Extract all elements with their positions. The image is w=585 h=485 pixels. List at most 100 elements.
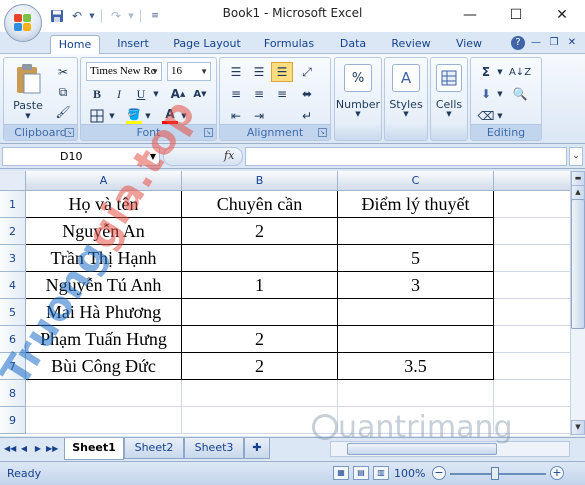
cell[interactable] [338, 407, 494, 434]
align-right-icon[interactable]: ≡ [271, 84, 293, 104]
cell[interactable] [494, 353, 570, 380]
font-launcher-icon[interactable]: ↘ [204, 128, 213, 137]
find-select-icon[interactable]: 🔍 [509, 84, 531, 104]
ribbon-restore-icon[interactable]: ❐ [547, 36, 561, 50]
tab-insert[interactable]: Insert [108, 35, 158, 55]
cell[interactable] [26, 380, 182, 407]
fill-dropdown-icon[interactable]: ▼ [495, 84, 505, 104]
cell[interactable]: 2 [182, 353, 338, 380]
cell[interactable]: 2 [182, 326, 338, 353]
scroll-down-icon[interactable]: ▼ [571, 420, 585, 435]
cell[interactable] [26, 407, 182, 434]
cell[interactable] [338, 380, 494, 407]
minimize-icon[interactable]: — [447, 0, 493, 30]
cell[interactable] [494, 380, 570, 407]
font-color-dropdown-icon[interactable]: ▼ [179, 106, 189, 126]
cut-icon[interactable]: ✂ [52, 62, 74, 82]
name-box[interactable]: D10 ▼ [2, 147, 160, 166]
cell[interactable]: Bùi Công Đức [26, 353, 182, 380]
paste-button[interactable]: Paste ▼ [8, 60, 48, 122]
cells-group[interactable]: Cells ▼ [430, 57, 468, 141]
row-header[interactable]: 1 [0, 191, 26, 218]
font-name-combo[interactable]: Times New Rc ▼ [86, 62, 162, 81]
sheet-tab-sheet2[interactable]: Sheet2 [124, 438, 184, 459]
vertical-scroll-thumb[interactable] [571, 199, 585, 329]
align-center-icon[interactable]: ≡ [248, 84, 270, 104]
cell[interactable] [494, 191, 570, 218]
cell[interactable]: 1 [182, 272, 338, 299]
split-box-icon[interactable]: ▬ [571, 171, 585, 186]
borders-dropdown-icon[interactable]: ▼ [107, 106, 117, 126]
ribbon-minimize-icon[interactable]: — [529, 36, 543, 50]
row-header[interactable]: 5 [0, 299, 26, 326]
close-icon[interactable]: ✕ [539, 0, 585, 30]
number-group[interactable]: % Number ▼ [334, 57, 382, 141]
format-painter-icon[interactable]: 🖌 [52, 102, 74, 122]
cell[interactable]: 3.5 [338, 353, 494, 380]
scroll-up-icon[interactable]: ▲ [571, 185, 585, 200]
insert-function-icon[interactable]: fx [224, 149, 234, 162]
first-sheet-icon[interactable]: ◀◀ [4, 443, 16, 455]
prev-sheet-icon[interactable]: ◀ [18, 443, 30, 455]
column-header-a[interactable]: A [26, 171, 182, 191]
clipboard-launcher-icon[interactable]: ↘ [65, 128, 74, 137]
merge-center-icon[interactable]: ⬌ [296, 84, 318, 104]
expand-formula-bar-icon[interactable]: ⌄ [569, 147, 583, 166]
row-header[interactable]: 4 [0, 272, 26, 299]
increase-indent-icon[interactable]: ⇥ [248, 106, 270, 126]
fill-color-dropdown-icon[interactable]: ▼ [143, 106, 153, 126]
cell[interactable]: Trần Thị Hạnh [26, 245, 182, 272]
row-header[interactable]: 9 [0, 407, 26, 434]
cell[interactable]: Chuyên cần [182, 191, 338, 218]
shrink-font-icon[interactable]: A ▼ [189, 84, 211, 104]
fill-color-icon[interactable]: 🪣 [123, 106, 145, 126]
page-layout-view-icon[interactable]: ▤ [353, 466, 369, 480]
help-icon[interactable]: ? [511, 36, 525, 50]
cell[interactable] [182, 407, 338, 434]
office-button[interactable] [4, 4, 42, 42]
vertical-scrollbar[interactable]: ▬ ▲ ▼ [570, 171, 585, 436]
cell[interactable]: Điểm lý thuyết [338, 191, 494, 218]
grow-font-icon[interactable]: A ▲ [167, 84, 189, 104]
tab-data[interactable]: Data [333, 35, 373, 55]
wrap-text-icon[interactable]: ↵ [296, 106, 318, 126]
row-header[interactable]: 8 [0, 380, 26, 407]
cell[interactable] [494, 407, 570, 434]
sort-filter-icon[interactable]: A↓Z [509, 62, 531, 82]
tab-home[interactable]: Home [50, 35, 100, 55]
cell[interactable] [494, 245, 570, 272]
sheet-tab-sheet1[interactable]: Sheet1 [64, 438, 124, 460]
cell[interactable] [494, 218, 570, 245]
zoom-level[interactable]: 100% [394, 467, 425, 480]
font-color-icon[interactable]: A [159, 106, 181, 126]
cell[interactable]: Mai Hà Phương [26, 299, 182, 326]
autosum-icon[interactable]: Σ [475, 62, 497, 82]
column-header-d[interactable] [494, 171, 570, 191]
align-bottom-icon[interactable]: ☰ [271, 62, 293, 82]
next-sheet-icon[interactable]: ▶ [32, 443, 44, 455]
cell[interactable] [494, 326, 570, 353]
column-header-c[interactable]: C [338, 171, 494, 191]
clear-dropdown-icon[interactable]: ▼ [495, 106, 505, 126]
alignment-launcher-icon[interactable]: ↘ [318, 128, 327, 137]
tab-review[interactable]: Review [384, 35, 438, 55]
italic-button[interactable]: I [108, 84, 130, 104]
clear-icon[interactable]: ⌫ [475, 106, 497, 126]
zoom-out-icon[interactable]: − [432, 466, 446, 480]
zoom-in-icon[interactable]: + [550, 466, 564, 480]
align-left-icon[interactable]: ≡ [225, 84, 247, 104]
row-header[interactable]: 7 [0, 353, 26, 380]
underline-dropdown-icon[interactable]: ▼ [151, 84, 161, 104]
align-top-icon[interactable]: ☰ [225, 62, 247, 82]
insert-sheet-icon[interactable]: ✚ [244, 438, 270, 459]
decrease-indent-icon[interactable]: ⇤ [225, 106, 247, 126]
page-break-view-icon[interactable]: ▥ [373, 466, 389, 480]
styles-group[interactable]: A Styles ▼ [384, 57, 428, 141]
last-sheet-icon[interactable]: ▶▶ [46, 443, 58, 455]
tab-view[interactable]: View [449, 35, 489, 55]
row-header[interactable]: 6 [0, 326, 26, 353]
maximize-icon[interactable]: ☐ [493, 0, 539, 30]
cell[interactable] [182, 380, 338, 407]
cell[interactable] [494, 299, 570, 326]
cell[interactable]: 3 [338, 272, 494, 299]
